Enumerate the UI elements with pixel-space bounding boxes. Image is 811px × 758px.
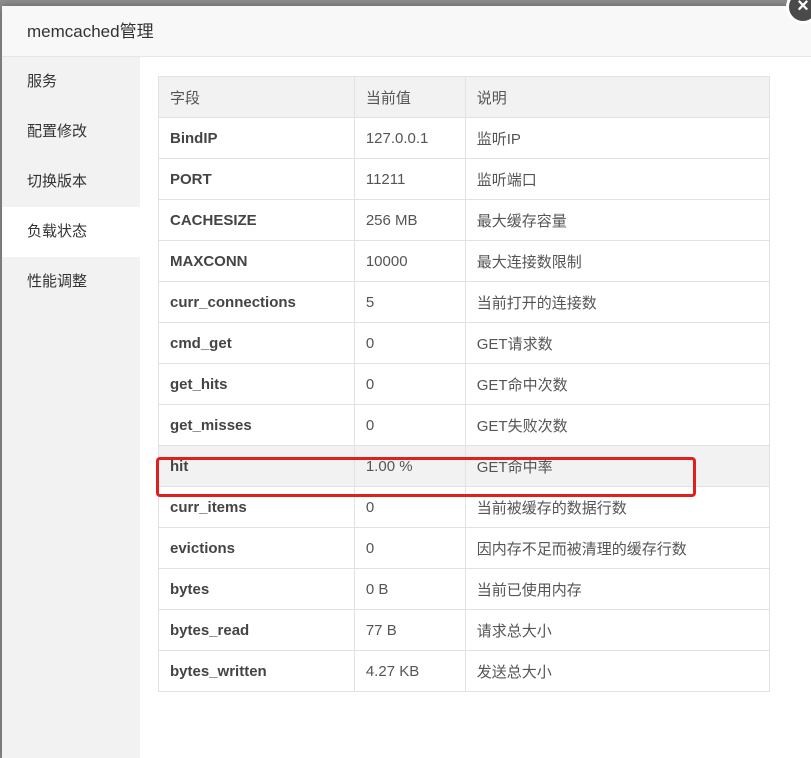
row-field: CACHESIZE	[158, 199, 355, 241]
row-desc: 最大连接数限制	[464, 240, 771, 282]
row-field: bytes_written	[158, 650, 355, 692]
table-row: curr_connections 5 当前打开的连接数	[158, 281, 771, 323]
sidebar-item-config[interactable]: 配置修改	[2, 107, 140, 157]
row-field: get_misses	[158, 404, 355, 446]
content-panel: 字段 当前值 说明 BindIP 127.0.0.1 监听IP PORT 112…	[140, 57, 811, 758]
table-header-row: 字段 当前值 说明	[158, 76, 771, 118]
table-row: get_hits 0 GET命中次数	[158, 363, 771, 405]
row-value: 0	[353, 404, 466, 446]
table-row: bytes_read 77 B 请求总大小	[158, 609, 771, 651]
row-field: get_hits	[158, 363, 355, 405]
row-field: curr_connections	[158, 281, 355, 323]
table-row: PORT 11211 监听端口	[158, 158, 771, 200]
row-field: bytes	[158, 568, 355, 610]
row-field: bytes_read	[158, 609, 355, 651]
row-desc: 当前被缓存的数据行数	[464, 486, 771, 528]
row-desc: GET命中率	[464, 445, 771, 487]
row-desc: 当前打开的连接数	[464, 281, 771, 323]
dialog-title: memcached管理	[2, 6, 811, 57]
row-value: 11211	[353, 158, 466, 200]
row-value: 0 B	[353, 568, 466, 610]
row-value: 0	[353, 527, 466, 569]
row-value: 1.00 %	[353, 445, 466, 487]
row-field: BindIP	[158, 117, 355, 159]
row-value: 256 MB	[353, 199, 466, 241]
header-field: 字段	[158, 76, 355, 118]
memcached-dialog: memcached管理 × 服务 配置修改 切换版本 负载状态 性能调整 字段 …	[2, 0, 811, 758]
sidebar-item-switch-version[interactable]: 切换版本	[2, 157, 140, 207]
row-desc: GET命中次数	[464, 363, 771, 405]
row-desc: 发送总大小	[464, 650, 771, 692]
row-value: 0	[353, 363, 466, 405]
row-value: 5	[353, 281, 466, 323]
row-value: 10000	[353, 240, 466, 282]
row-desc: 最大缓存容量	[464, 199, 771, 241]
row-field: cmd_get	[158, 322, 355, 364]
table-row: bytes 0 B 当前已使用内存	[158, 568, 771, 610]
table-row: curr_items 0 当前被缓存的数据行数	[158, 486, 771, 528]
row-value: 127.0.0.1	[353, 117, 466, 159]
row-field: curr_items	[158, 486, 355, 528]
table-row: CACHESIZE 256 MB 最大缓存容量	[158, 199, 771, 241]
row-desc: 请求总大小	[464, 609, 771, 651]
table-row: BindIP 127.0.0.1 监听IP	[158, 117, 771, 159]
sidebar: 服务 配置修改 切换版本 负载状态 性能调整	[2, 57, 140, 758]
row-value: 0	[353, 322, 466, 364]
sidebar-item-load-status[interactable]: 负载状态	[2, 207, 140, 257]
table-row: MAXCONN 10000 最大连接数限制	[158, 240, 771, 282]
row-desc: GET失败次数	[464, 404, 771, 446]
row-desc: 监听IP	[464, 117, 771, 159]
row-desc: 当前已使用内存	[464, 568, 771, 610]
row-value: 4.27 KB	[353, 650, 466, 692]
header-desc: 说明	[464, 76, 771, 118]
table-row-highlighted: hit 1.00 % GET命中率	[158, 445, 771, 487]
table-row: bytes_written 4.27 KB 发送总大小	[158, 650, 771, 692]
row-field: hit	[158, 445, 355, 487]
status-table: 字段 当前值 说明 BindIP 127.0.0.1 监听IP PORT 112…	[158, 76, 771, 692]
row-value: 77 B	[353, 609, 466, 651]
row-field: evictions	[158, 527, 355, 569]
table-row: evictions 0 因内存不足而被清理的缓存行数	[158, 527, 771, 569]
row-field: MAXCONN	[158, 240, 355, 282]
header-value: 当前值	[353, 76, 466, 118]
row-desc: 因内存不足而被清理的缓存行数	[464, 527, 771, 569]
table-row: get_misses 0 GET失败次数	[158, 404, 771, 446]
row-desc: GET请求数	[464, 322, 771, 364]
row-value: 0	[353, 486, 466, 528]
table-row: cmd_get 0 GET请求数	[158, 322, 771, 364]
row-field: PORT	[158, 158, 355, 200]
sidebar-item-performance[interactable]: 性能调整	[2, 257, 140, 307]
row-desc: 监听端口	[464, 158, 771, 200]
sidebar-item-service[interactable]: 服务	[2, 57, 140, 107]
